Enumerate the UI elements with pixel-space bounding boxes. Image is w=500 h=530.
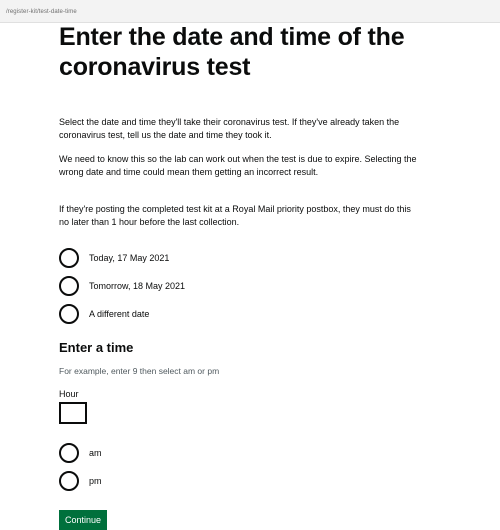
radio-option-today[interactable]: Today, 17 May 2021 [59, 246, 169, 270]
radio-label-today[interactable]: Today, 17 May 2021 [89, 252, 169, 264]
radio-option-different-date[interactable]: A different date [59, 302, 149, 326]
radio-button-different-date[interactable] [59, 304, 79, 324]
radio-label-tomorrow[interactable]: Tomorrow, 18 May 2021 [89, 280, 185, 292]
time-section-heading: Enter a time [59, 340, 134, 355]
browser-address-bar[interactable]: /register-kit/test-date-time [0, 0, 500, 23]
radio-button-today[interactable] [59, 248, 79, 268]
radio-label-am[interactable]: am [89, 447, 102, 459]
radio-label-pm[interactable]: pm [89, 475, 102, 487]
expiry-paragraph: We need to know this so the lab can work… [59, 154, 417, 177]
radio-option-pm[interactable]: pm [59, 469, 102, 493]
hour-label: Hour [59, 389, 79, 399]
continue-button[interactable]: Continue [59, 510, 108, 530]
radio-button-am[interactable] [59, 443, 79, 463]
intro-paragraph: Select the date and time they'll take th… [59, 117, 400, 140]
radio-option-am[interactable]: am [59, 441, 102, 465]
page-title: Enter the date and time of the coronavir… [59, 23, 405, 81]
radio-label-different-date[interactable]: A different date [89, 308, 149, 320]
page-url: /register-kit/test-date-time [6, 9, 77, 15]
radio-button-pm[interactable] [59, 471, 79, 491]
postbox-paragraph: If they're posting the completed test ki… [59, 204, 411, 227]
time-hint: For example, enter 9 then select am or p… [59, 366, 220, 376]
hour-input[interactable] [59, 402, 87, 424]
radio-option-tomorrow[interactable]: Tomorrow, 18 May 2021 [59, 274, 185, 298]
radio-button-tomorrow[interactable] [59, 276, 79, 296]
